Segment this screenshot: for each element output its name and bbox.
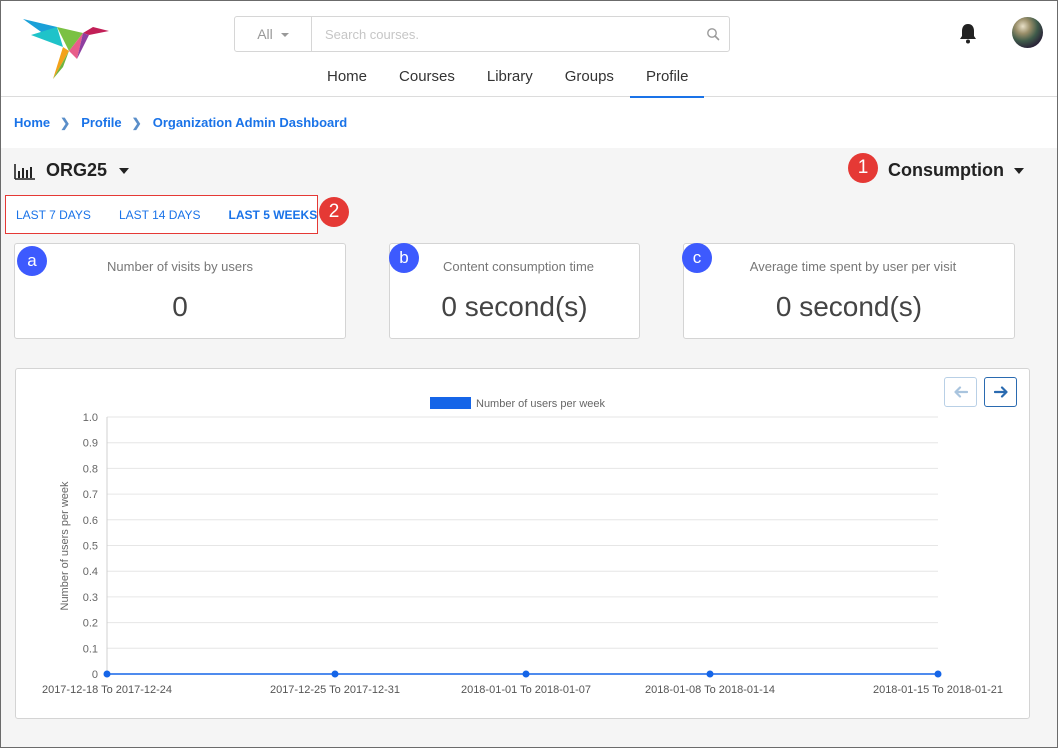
data-point xyxy=(522,670,530,678)
users-per-week-chart: 0 0.1 0.2 0.3 0.4 0.5 0.6 0.7 0.8 0.9 1.0 Number of… xyxy=(42,397,1003,696)
y-tick-label: 0.3 xyxy=(83,592,98,604)
x-tick-label: 2018-01-15 To 2018-01-21 xyxy=(873,684,1003,696)
y-tick-label: 0.1 xyxy=(83,643,98,655)
y-tick-label: 0.9 xyxy=(83,438,98,450)
y-tick-label: 0.7 xyxy=(83,489,98,501)
y-tick-label: 0.6 xyxy=(83,515,98,527)
arrow-left-icon xyxy=(953,386,968,398)
y-tick-label: 0.4 xyxy=(83,566,98,578)
x-tick-label: 2018-01-08 To 2018-01-14 xyxy=(645,684,775,696)
y-tick-label: 0 xyxy=(92,669,98,681)
y-tick-label: 0.8 xyxy=(83,463,98,475)
data-point xyxy=(934,670,942,678)
data-point xyxy=(706,670,714,678)
arrow-right-icon xyxy=(993,386,1008,398)
y-tick-label: 1.0 xyxy=(83,412,98,424)
data-point xyxy=(331,670,339,678)
y-axis-title: Number of users per week xyxy=(59,481,71,610)
y-tick-label: 0.2 xyxy=(83,618,98,630)
x-tick-label: 2017-12-18 To 2017-12-24 xyxy=(42,684,172,696)
y-tick-label: 0.5 xyxy=(83,541,98,553)
x-tick-label: 2018-01-01 To 2018-01-07 xyxy=(461,684,591,696)
data-point xyxy=(103,670,111,678)
legend-swatch xyxy=(430,397,471,409)
chart-next-button[interactable] xyxy=(984,377,1017,407)
chart-prev-button[interactable] xyxy=(944,377,977,407)
x-tick-label: 2017-12-25 To 2017-12-31 xyxy=(270,684,400,696)
legend-label: Number of users per week xyxy=(476,398,605,410)
